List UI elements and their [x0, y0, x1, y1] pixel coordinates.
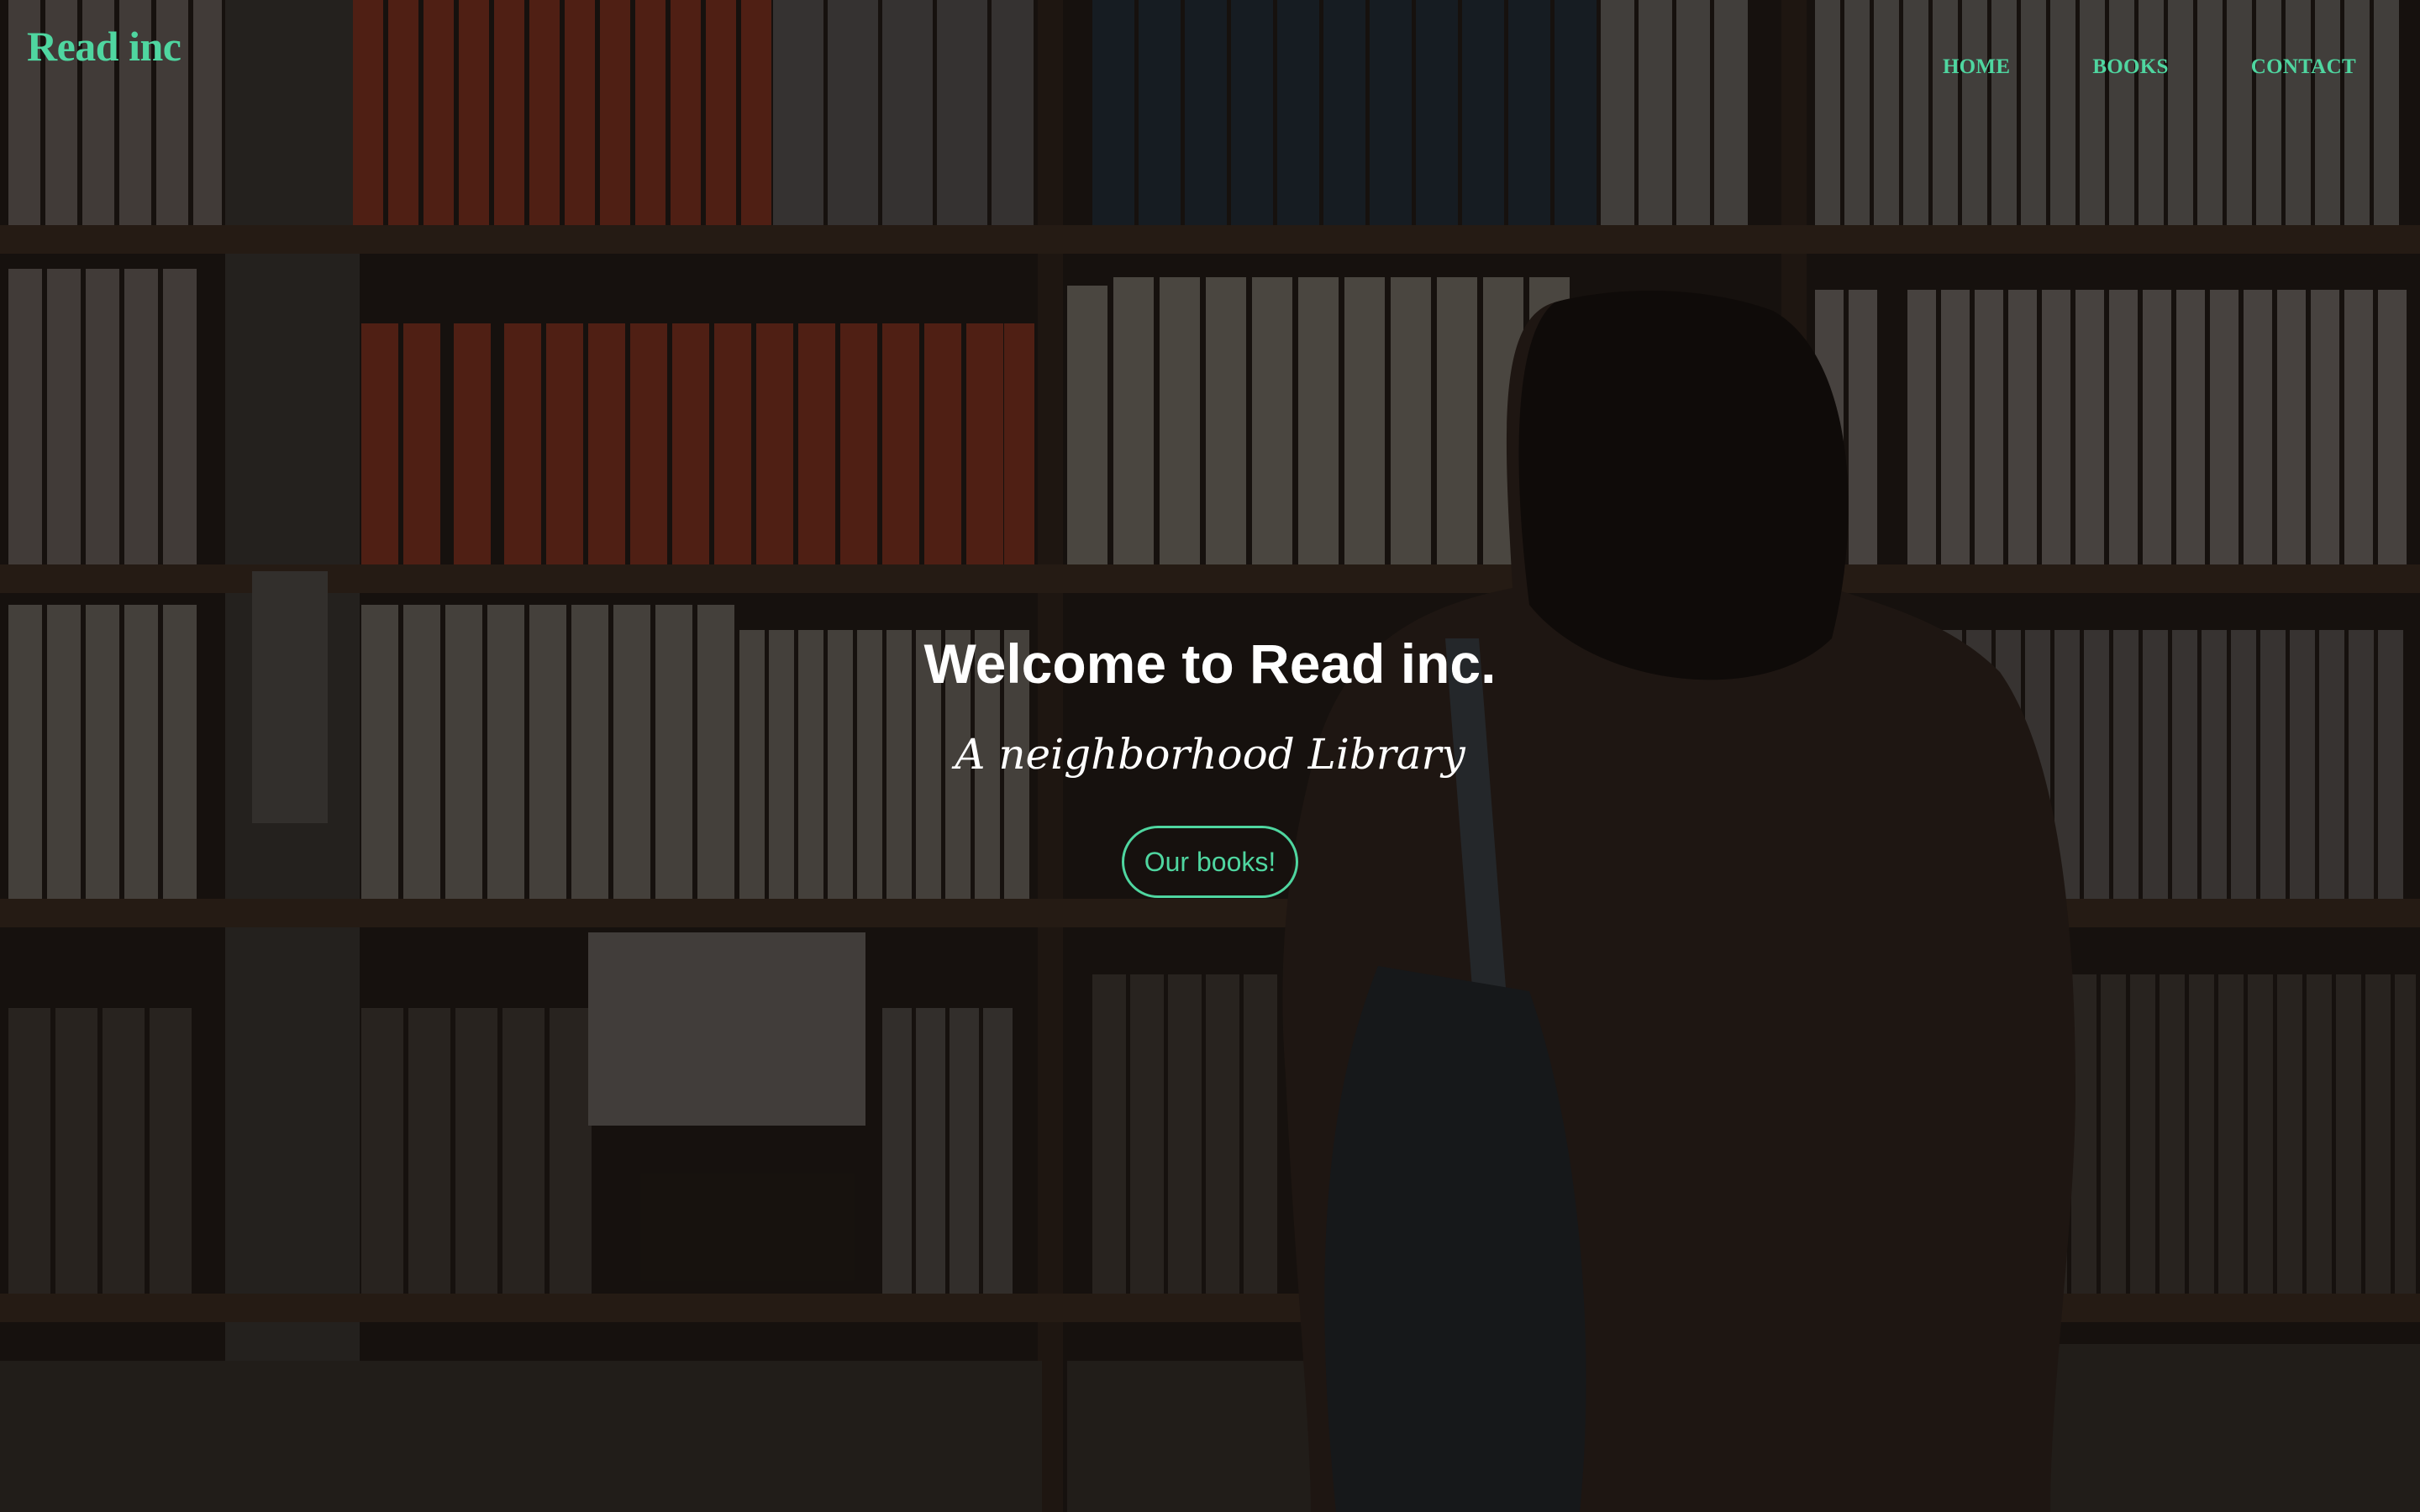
hero-content: Welcome to Read inc. A neighborhood Libr… [0, 626, 2420, 898]
nav-books-link[interactable]: BOOKS [2092, 55, 2168, 79]
hero-tagline: A neighborhood Library [955, 730, 1465, 779]
our-books-button[interactable]: Our books! [1121, 826, 1299, 898]
nav-contact-link[interactable]: CONTACT [2251, 55, 2356, 79]
brand-logo[interactable]: Read inc [27, 22, 182, 71]
hero-section: Read inc HOME BOOKS CONTACT Welcome to R… [0, 0, 2420, 1512]
top-nav: HOME BOOKS CONTACT [1860, 55, 2356, 79]
hero-headline: Welcome to Read inc. [923, 633, 1497, 695]
nav-home-link[interactable]: HOME [1943, 55, 2010, 79]
